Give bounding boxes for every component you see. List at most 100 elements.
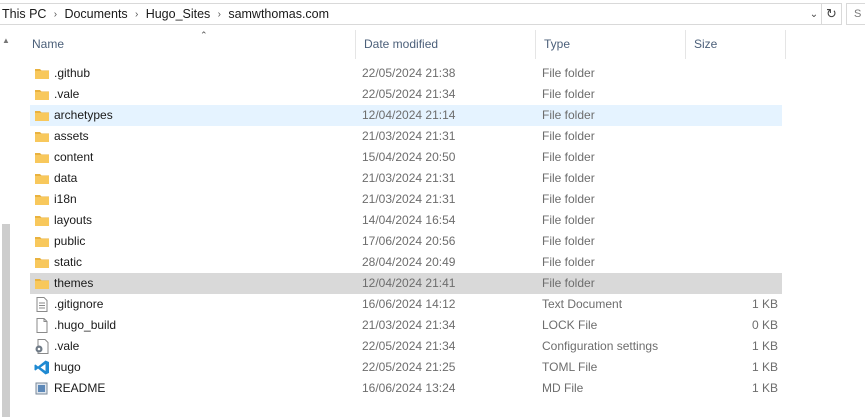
file-date-modified: 22/05/2024 21:34 xyxy=(362,339,456,353)
file-size: 0 KB xyxy=(751,318,778,332)
file-size xyxy=(680,231,778,252)
file-size xyxy=(680,63,778,84)
file-row[interactable]: public 17/06/2024 20:56 File folder xyxy=(30,231,782,252)
file-row[interactable]: README 16/06/2024 13:24 MD File 1 KB xyxy=(30,378,782,399)
file-row[interactable]: .vale 22/05/2024 21:34 File folder xyxy=(30,84,782,105)
file-date-modified: 12/04/2024 21:14 xyxy=(362,108,456,122)
file-size xyxy=(680,147,778,168)
breadcrumb-item[interactable]: Hugo_Sites xyxy=(144,7,213,21)
column-header-name-label: Name xyxy=(32,37,65,51)
file-type: Configuration settings xyxy=(542,339,659,353)
file-size xyxy=(680,105,778,126)
file-type: File folder xyxy=(542,108,595,122)
file-type: File folder xyxy=(542,213,595,227)
file-row[interactable]: themes 12/04/2024 21:41 File folder xyxy=(30,273,782,294)
breadcrumb-separator-icon[interactable]: › xyxy=(212,9,226,20)
scroll-up-icon[interactable]: ▲ xyxy=(1,36,11,46)
file-date-modified: 16/06/2024 13:24 xyxy=(362,381,456,395)
file-size xyxy=(680,126,778,147)
file-name: .hugo_build xyxy=(54,318,117,332)
file-row[interactable]: assets 21/03/2024 21:31 File folder xyxy=(30,126,782,147)
search-input[interactable]: S xyxy=(846,3,865,25)
file-row[interactable]: archetypes 12/04/2024 21:14 File folder xyxy=(30,105,782,126)
folder-icon xyxy=(34,234,50,249)
breadcrumb-path: This PC › Documents › Hugo_Sites › samwthomas.… xyxy=(0,4,331,24)
file-date-modified: 12/04/2024 21:41 xyxy=(362,276,456,290)
file-row[interactable]: layouts 14/04/2024 16:54 File folder xyxy=(30,210,782,231)
markdown-file-icon xyxy=(34,381,50,396)
breadcrumb-item[interactable]: Documents xyxy=(62,7,129,21)
file-size xyxy=(680,189,778,210)
file-size xyxy=(680,210,778,231)
file-name: content xyxy=(54,150,94,164)
file-date-modified: 21/03/2024 21:31 xyxy=(362,129,456,143)
file-row[interactable]: content 15/04/2024 20:50 File folder xyxy=(30,147,782,168)
column-header-type[interactable]: Type xyxy=(536,30,686,59)
file-name: public xyxy=(54,234,86,248)
file-size: 1 KB xyxy=(751,339,778,353)
file-name: i18n xyxy=(54,192,77,206)
file-name: hugo xyxy=(54,360,81,374)
file-row[interactable]: .vale 22/05/2024 21:34 Configuration setti… xyxy=(30,336,782,357)
breadcrumb[interactable]: This PC › Documents › Hugo_Sites › samwthomas.… xyxy=(0,3,822,25)
folder-icon xyxy=(34,171,50,186)
file-name: assets xyxy=(54,129,89,143)
file-name: themes xyxy=(54,276,94,290)
file-date-modified: 17/06/2024 20:56 xyxy=(362,234,456,248)
refresh-icon: ↻ xyxy=(826,6,837,21)
navigation-pane: ▲ xyxy=(0,30,12,417)
file-type: LOCK File xyxy=(542,318,598,332)
file-size xyxy=(680,84,778,105)
file-row[interactable]: .github 22/05/2024 21:38 File folder xyxy=(30,63,782,84)
file-type: File folder xyxy=(542,129,595,143)
file-type: MD File xyxy=(542,381,584,395)
file-name: archetypes xyxy=(54,108,113,122)
column-headers: Name ⌃ Date modified Type Size xyxy=(12,30,865,59)
file-row[interactable]: data 21/03/2024 21:31 File folder xyxy=(30,168,782,189)
file-date-modified: 16/06/2024 14:12 xyxy=(362,297,456,311)
blank-file-icon xyxy=(34,318,50,333)
settings-file-icon xyxy=(34,339,50,354)
file-date-modified: 21/03/2024 21:34 xyxy=(362,318,456,332)
file-date-modified: 14/04/2024 16:54 xyxy=(362,213,456,227)
file-size: 1 KB xyxy=(751,360,778,374)
file-type: File folder xyxy=(542,276,595,290)
file-name: static xyxy=(54,255,83,269)
file-size xyxy=(680,168,778,189)
file-row[interactable]: hugo 22/05/2024 21:25 TOML File 1 KB xyxy=(30,357,782,378)
file-size: 1 KB xyxy=(751,297,778,311)
chevron-down-icon[interactable]: ⌄ xyxy=(805,3,823,25)
file-row[interactable]: .hugo_build 21/03/2024 21:34 LOCK File 0 KB xyxy=(30,315,782,336)
file-size xyxy=(680,273,778,294)
file-row[interactable]: static 28/04/2024 20:49 File folder xyxy=(30,252,782,273)
file-name: layouts xyxy=(54,213,93,227)
file-type: File folder xyxy=(542,255,595,269)
file-date-modified: 22/05/2024 21:34 xyxy=(362,87,456,101)
column-header-date-label: Date modified xyxy=(364,37,439,51)
column-header-type-label: Type xyxy=(544,37,571,51)
file-date-modified: 21/03/2024 21:31 xyxy=(362,192,456,206)
file-date-modified: 15/04/2024 20:50 xyxy=(362,150,456,164)
file-type: File folder xyxy=(542,234,595,248)
file-date-modified: 21/03/2024 21:31 xyxy=(362,171,456,185)
file-name: README xyxy=(54,381,106,395)
breadcrumb-item[interactable]: samwthomas.com xyxy=(226,7,331,21)
column-header-date[interactable]: Date modified xyxy=(356,30,536,59)
navigation-scrollbar[interactable] xyxy=(2,224,10,417)
file-row[interactable]: .gitignore 16/06/2024 14:12 Text Document 1… xyxy=(30,294,782,315)
breadcrumb-item[interactable]: This PC xyxy=(0,7,48,21)
column-header-name[interactable]: Name ⌃ xyxy=(24,30,356,59)
column-header-size-label: Size xyxy=(694,37,718,51)
file-row[interactable]: i18n 21/03/2024 21:31 File folder xyxy=(30,189,782,210)
vscode-icon xyxy=(34,360,50,375)
column-header-size[interactable]: Size xyxy=(686,30,786,59)
file-name: data xyxy=(54,171,78,185)
file-size: 1 KB xyxy=(751,381,778,395)
file-type: File folder xyxy=(542,150,595,164)
file-date-modified: 22/05/2024 21:38 xyxy=(362,66,456,80)
refresh-button[interactable]: ↻ xyxy=(822,3,842,25)
file-type: File folder xyxy=(542,192,595,206)
breadcrumb-separator-icon[interactable]: › xyxy=(48,9,62,20)
folder-icon xyxy=(34,66,50,81)
breadcrumb-separator-icon[interactable]: › xyxy=(130,9,144,20)
